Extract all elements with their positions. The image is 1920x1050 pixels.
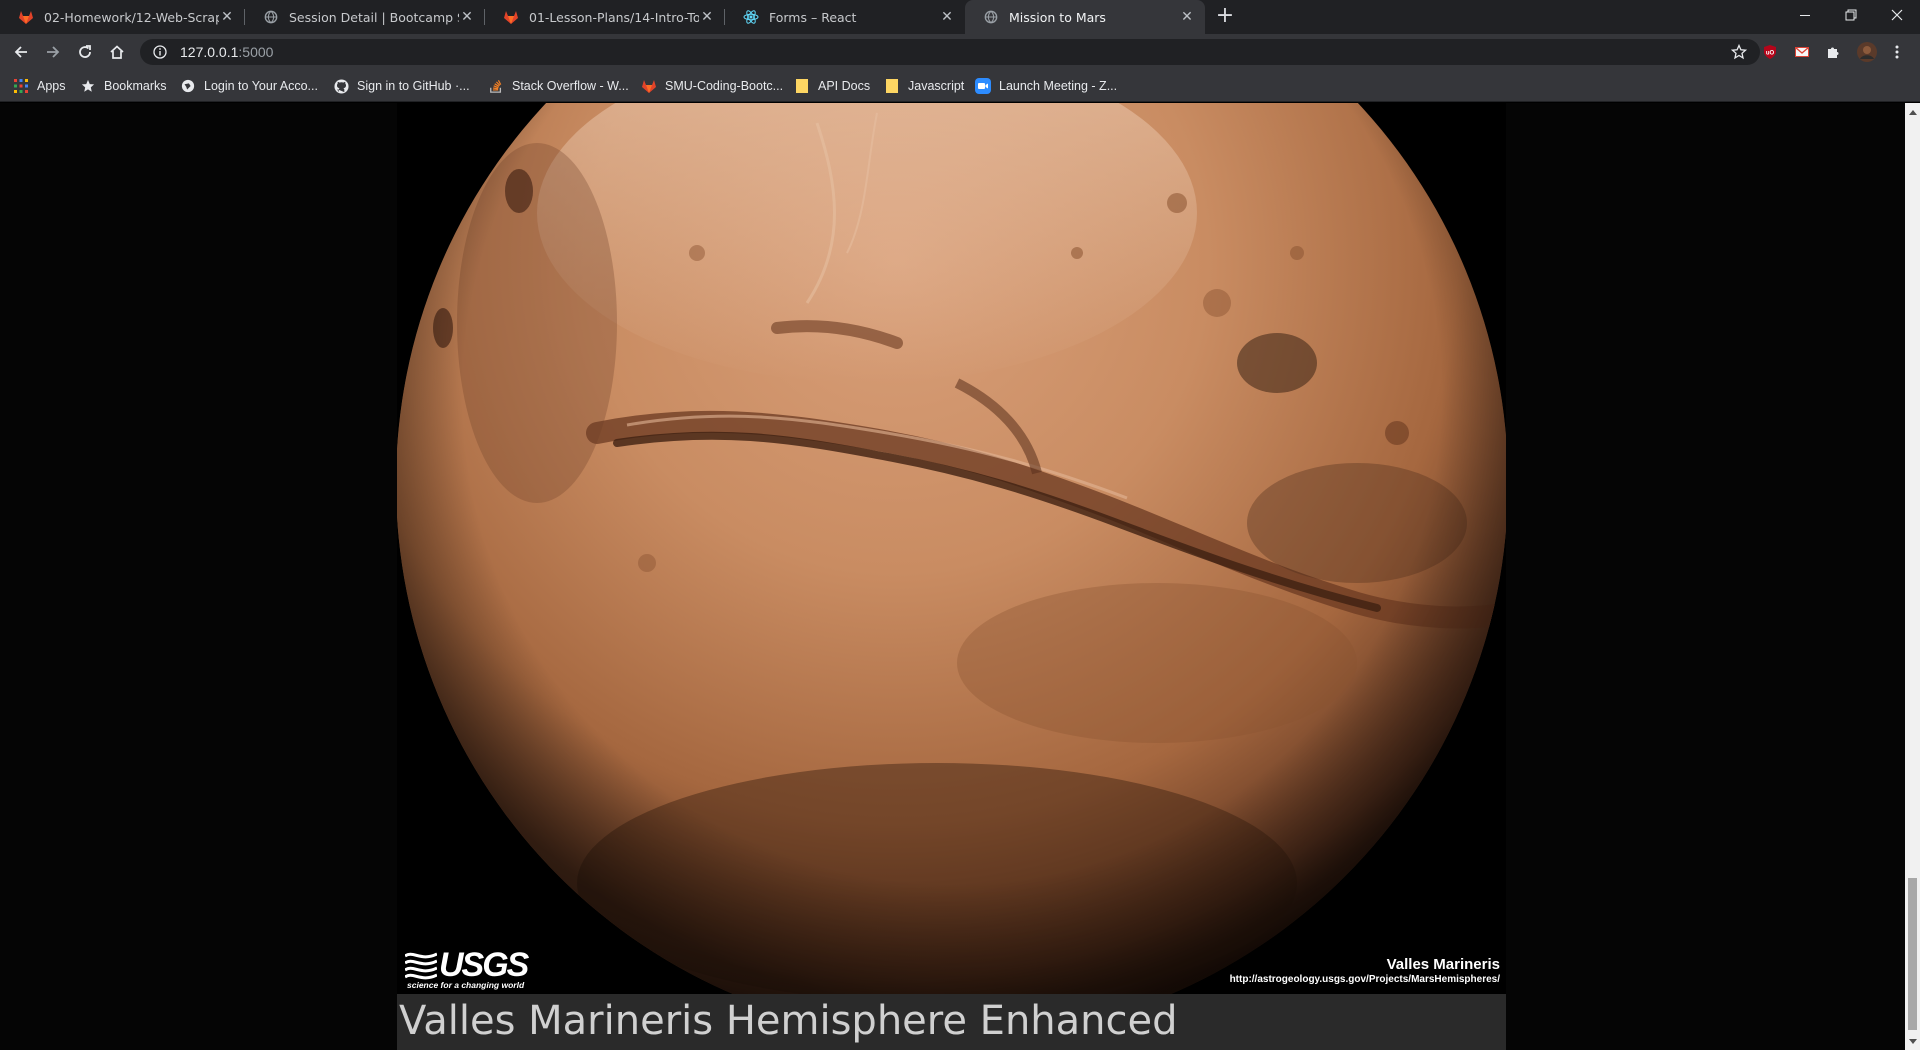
bookmark-apps[interactable]: Apps <box>13 76 66 96</box>
usgs-wave-icon <box>405 952 437 980</box>
bookmark-label: Sign in to GitHub ·... <box>357 79 470 93</box>
url-host: 127.0.0.1 <box>180 44 239 60</box>
scrollbar-thumb[interactable] <box>1908 878 1917 1030</box>
tab-strip: 02-Homework/12-Web-Scraping- ✕ Session D… <box>0 0 1920 34</box>
bookmark-star-icon[interactable] <box>1730 43 1748 61</box>
extensions-puzzle-icon[interactable] <box>1824 43 1842 61</box>
globe-icon <box>263 9 279 25</box>
bookmark-github[interactable]: Sign in to GitHub ·... <box>333 76 470 96</box>
bookmark-login[interactable]: Login to Your Acco... <box>180 76 318 96</box>
zoom-icon <box>975 78 991 94</box>
url-text: 127.0.0.1:5000 <box>180 44 273 60</box>
folder-icon <box>794 78 810 94</box>
bookmark-javascript[interactable]: Javascript <box>884 76 964 96</box>
bookmark-label: Stack Overflow - W... <box>512 79 629 93</box>
tab-mission-to-mars[interactable]: Mission to Mars ✕ <box>965 0 1205 34</box>
browser-toolbar: 127.0.0.1:5000 <box>0 34 1920 70</box>
forward-button[interactable] <box>40 39 66 65</box>
usgs-tagline: science for a changing world <box>407 980 525 990</box>
info-icon[interactable] <box>152 44 168 60</box>
gitlab-icon <box>641 78 657 94</box>
github-icon <box>333 78 349 94</box>
vertical-scrollbar[interactable] <box>1905 103 1920 1050</box>
hemisphere-image[interactable]: USGS science for a changing world Valles… <box>397 103 1506 994</box>
address-bar[interactable]: 127.0.0.1:5000 <box>140 39 1760 65</box>
bookmark-label: API Docs <box>818 79 871 93</box>
tab-title: Forms – React <box>769 9 857 25</box>
back-button[interactable] <box>8 39 34 65</box>
mail-extension-icon[interactable] <box>1793 43 1811 61</box>
tab-lesson-plans[interactable]: 01-Lesson-Plans/14-Intro-To-Jav ✕ <box>485 0 725 34</box>
bookmark-stackoverflow[interactable]: Stack Overflow - W... <box>488 76 629 96</box>
tab-homework[interactable]: 02-Homework/12-Web-Scraping- ✕ <box>0 0 245 34</box>
apps-grid-icon <box>13 78 29 94</box>
image-caption-title: Valles Marineris <box>1386 956 1500 973</box>
globe-icon <box>180 78 196 94</box>
tab-session-detail[interactable]: Session Detail | Bootcamp Spot ✕ <box>245 0 485 34</box>
tab-forms-react[interactable]: Forms – React ✕ <box>725 0 965 34</box>
react-icon <box>743 9 759 25</box>
bookmark-label: Bookmarks <box>104 79 167 93</box>
bookmark-label: SMU-Coding-Bootc... <box>665 79 784 93</box>
ublock-extension-icon[interactable]: uO <box>1761 43 1779 61</box>
profile-avatar[interactable] <box>1857 42 1877 62</box>
back-arrow-icon <box>14 46 27 58</box>
minimize-button[interactable] <box>1782 0 1828 30</box>
close-icon <box>1891 9 1903 21</box>
page-viewport: USGS science for a changing world Valles… <box>0 103 1905 1050</box>
bookmarks-bar: Apps Bookmarks Login to Your Acco... Sig… <box>0 70 1920 102</box>
close-icon[interactable]: ✕ <box>459 9 475 25</box>
image-caption: Valles Marineris http://astrogeology.usg… <box>1230 956 1500 985</box>
home-icon <box>110 45 124 59</box>
reload-icon <box>79 45 91 58</box>
bookmark-zoom-meeting[interactable]: Launch Meeting - Z... <box>975 76 1117 96</box>
hemisphere-card: USGS science for a changing world Valles… <box>397 103 1506 1050</box>
bookmark-smu-bootcamp[interactable]: SMU-Coding-Bootc... <box>641 76 783 96</box>
tab-title: Mission to Mars <box>1009 9 1106 25</box>
url-port: :5000 <box>238 44 274 60</box>
close-icon[interactable]: ✕ <box>1179 9 1195 25</box>
scroll-up-arrow-icon[interactable] <box>1905 103 1920 120</box>
svg-text:uO: uO <box>1766 51 1775 57</box>
globe-icon <box>983 9 999 25</box>
minimize-icon <box>1800 15 1810 16</box>
gitlab-icon <box>18 9 34 25</box>
hemisphere-title: Valles Marineris Hemisphere Enhanced <box>399 998 1178 1044</box>
bookmark-label: Javascript <box>908 79 965 93</box>
mars-globe-image <box>397 103 1506 994</box>
star-icon <box>80 78 96 94</box>
close-icon[interactable]: ✕ <box>939 9 955 25</box>
image-caption-url: http://astrogeology.usgs.gov/Projects/Ma… <box>1229 974 1500 985</box>
tab-title: 02-Homework/12-Web-Scraping- <box>44 9 219 25</box>
gitlab-icon <box>503 9 519 25</box>
bookmark-label: Launch Meeting - Z... <box>999 79 1118 93</box>
bookmark-api-docs[interactable]: API Docs <box>794 76 870 96</box>
scroll-down-arrow-icon[interactable] <box>1905 1033 1920 1050</box>
reload-button[interactable] <box>72 39 98 65</box>
close-window-button[interactable] <box>1874 0 1920 30</box>
forward-arrow-icon <box>47 46 60 58</box>
restore-icon <box>1845 9 1857 21</box>
usgs-logo: USGS science for a changing world <box>405 946 535 992</box>
folder-icon <box>884 78 900 94</box>
menu-dots-icon[interactable] <box>1888 43 1906 61</box>
bookmark-bookmarks[interactable]: Bookmarks <box>80 76 167 96</box>
hemisphere-title-bar: Valles Marineris Hemisphere Enhanced <box>397 994 1506 1050</box>
new-tab-button[interactable]: + <box>1212 5 1238 29</box>
tab-title: 01-Lesson-Plans/14-Intro-To-Jav <box>529 9 699 25</box>
home-button[interactable] <box>104 39 130 65</box>
stackoverflow-icon <box>488 78 504 94</box>
tab-title: Session Detail | Bootcamp Spot <box>289 9 459 25</box>
close-icon[interactable]: ✕ <box>219 9 235 25</box>
bookmark-label: Apps <box>37 79 66 93</box>
restore-button[interactable] <box>1828 0 1874 30</box>
bookmark-label: Login to Your Acco... <box>204 79 318 93</box>
close-icon[interactable]: ✕ <box>699 9 715 25</box>
